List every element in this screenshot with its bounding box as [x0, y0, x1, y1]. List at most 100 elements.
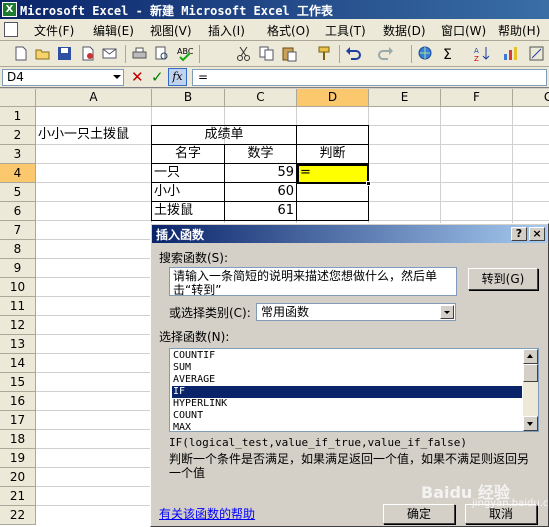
- cell-b3[interactable]: 名字: [152, 145, 224, 163]
- scroll-up-icon[interactable]: [523, 349, 538, 364]
- drawing-icon[interactable]: [528, 45, 545, 62]
- save-icon[interactable]: [56, 45, 73, 62]
- menu-format[interactable]: 格式(O): [267, 22, 310, 39]
- undo-icon[interactable]: [345, 45, 362, 62]
- select-all-corner[interactable]: [0, 89, 36, 107]
- chart-wizard-icon[interactable]: [502, 45, 519, 62]
- name-box[interactable]: D4: [2, 69, 124, 86]
- hyperlink-icon[interactable]: [417, 45, 434, 62]
- row-header-6[interactable]: 6: [0, 202, 36, 221]
- column-header-c[interactable]: C: [225, 89, 297, 107]
- cell-c4[interactable]: 59: [225, 164, 294, 182]
- cell-c6[interactable]: 61: [225, 202, 294, 220]
- menu-file[interactable]: 文件(F): [34, 22, 74, 39]
- insert-function-button[interactable]: fx: [168, 68, 187, 86]
- menu-edit[interactable]: 编辑(E): [93, 22, 134, 39]
- new-icon[interactable]: [12, 45, 29, 62]
- column-header-d[interactable]: D: [297, 89, 369, 107]
- function-list[interactable]: COUNTIF SUM AVERAGE IF HYPERLINK COUNT M…: [169, 348, 539, 432]
- row-header-11[interactable]: 11: [0, 297, 36, 316]
- column-header-a[interactable]: A: [36, 89, 152, 107]
- function-item-count[interactable]: COUNT: [172, 410, 522, 422]
- menu-view[interactable]: 视图(V): [150, 22, 192, 39]
- column-header-g[interactable]: G: [513, 89, 549, 107]
- column-header-f[interactable]: F: [441, 89, 513, 107]
- row-header-1[interactable]: 1: [0, 107, 36, 126]
- cell-b6[interactable]: 土拨鼠: [154, 202, 193, 220]
- enter-formula-icon[interactable]: ✓: [151, 68, 164, 86]
- category-select[interactable]: 常用函数: [256, 303, 456, 321]
- row-header-14[interactable]: 14: [0, 354, 36, 373]
- cell-a2[interactable]: 小小一只土拨鼠: [38, 126, 129, 144]
- menu-tools[interactable]: 工具(T): [325, 22, 366, 39]
- scroll-down-icon[interactable]: [523, 416, 538, 431]
- row-header-16[interactable]: 16: [0, 392, 36, 411]
- cell-d4[interactable]: =: [300, 164, 311, 182]
- copy-icon[interactable]: [258, 45, 275, 62]
- cell-b5[interactable]: 小小: [154, 183, 180, 201]
- cell-c3[interactable]: 数学: [225, 145, 296, 163]
- row-header-15[interactable]: 15: [0, 373, 36, 392]
- function-item-countif[interactable]: COUNTIF: [172, 350, 522, 362]
- fill-handle[interactable]: [366, 181, 371, 186]
- menu-insert[interactable]: 插入(I): [208, 22, 245, 39]
- function-help-link[interactable]: 有关该函数的帮助: [159, 505, 255, 522]
- row-header-12[interactable]: 12: [0, 316, 36, 335]
- format-painter-icon[interactable]: [316, 45, 333, 62]
- row-header-3[interactable]: 3: [0, 145, 36, 164]
- row-header-7[interactable]: 7: [0, 221, 36, 240]
- email-icon[interactable]: [101, 45, 118, 62]
- scroll-thumb[interactable]: [523, 364, 538, 382]
- search-function-input[interactable]: 请输入一条简短的说明来描述您想做什么，然后单击“转到”: [169, 267, 457, 296]
- chevron-down-icon[interactable]: [440, 305, 454, 319]
- close-icon[interactable]: ×: [529, 227, 545, 241]
- row-header-10[interactable]: 10: [0, 278, 36, 297]
- autosum-icon[interactable]: Σ: [441, 45, 458, 62]
- help-icon[interactable]: ?: [511, 227, 527, 241]
- sort-ascending-icon[interactable]: AZ: [474, 45, 491, 62]
- function-item-average[interactable]: AVERAGE: [172, 374, 522, 386]
- print-icon[interactable]: [131, 45, 148, 62]
- column-header-e[interactable]: E: [369, 89, 441, 107]
- row-header-13[interactable]: 13: [0, 335, 36, 354]
- row-header-8[interactable]: 8: [0, 240, 36, 259]
- cell-b4[interactable]: 一只: [154, 164, 180, 182]
- ok-button[interactable]: 确定: [383, 504, 455, 524]
- row-header-21[interactable]: 21: [0, 487, 36, 506]
- menu-data[interactable]: 数据(D): [383, 22, 426, 39]
- redo-icon[interactable]: [377, 45, 394, 62]
- print-preview-icon[interactable]: [153, 45, 170, 62]
- row-header-5[interactable]: 5: [0, 183, 36, 202]
- column-header-b[interactable]: B: [152, 89, 225, 107]
- row-header-18[interactable]: 18: [0, 430, 36, 449]
- open-icon[interactable]: [34, 45, 51, 62]
- cell-b2[interactable]: 成绩单: [152, 126, 296, 144]
- function-item-hyperlink[interactable]: HYPERLINK: [172, 398, 522, 410]
- cut-icon[interactable]: [235, 45, 252, 62]
- permission-icon[interactable]: [79, 45, 96, 62]
- cancel-formula-icon[interactable]: ✕: [131, 68, 144, 86]
- row-header-2[interactable]: 2: [0, 126, 36, 145]
- paste-icon[interactable]: [281, 45, 298, 62]
- row-header-19[interactable]: 19: [0, 449, 36, 468]
- chevron-down-icon[interactable]: [113, 75, 121, 79]
- menu-help[interactable]: 帮助(H): [498, 22, 540, 39]
- menu-window[interactable]: 窗口(W): [441, 22, 486, 39]
- function-list-scrollbar[interactable]: [523, 349, 538, 431]
- spelling-icon[interactable]: ABC: [176, 45, 193, 62]
- cell-c5[interactable]: 60: [225, 183, 294, 201]
- row-header-22[interactable]: 22: [0, 506, 36, 525]
- function-item-if[interactable]: IF: [171, 385, 523, 399]
- dialog-title-bar[interactable]: 插入函数 ? ×: [152, 225, 547, 243]
- goto-button[interactable]: 转到(G): [468, 268, 538, 290]
- excel-app-icon[interactable]: X: [2, 2, 17, 17]
- document-icon[interactable]: [4, 22, 18, 37]
- row-header-4[interactable]: 4: [0, 164, 36, 183]
- row-header-9[interactable]: 9: [0, 259, 36, 278]
- function-item-sum[interactable]: SUM: [172, 362, 522, 374]
- cell-d3[interactable]: 判断: [297, 145, 368, 163]
- row-header-17[interactable]: 17: [0, 411, 36, 430]
- row-header-20[interactable]: 20: [0, 468, 36, 487]
- formula-input[interactable]: =: [192, 69, 547, 86]
- function-item-max[interactable]: MAX: [172, 422, 522, 431]
